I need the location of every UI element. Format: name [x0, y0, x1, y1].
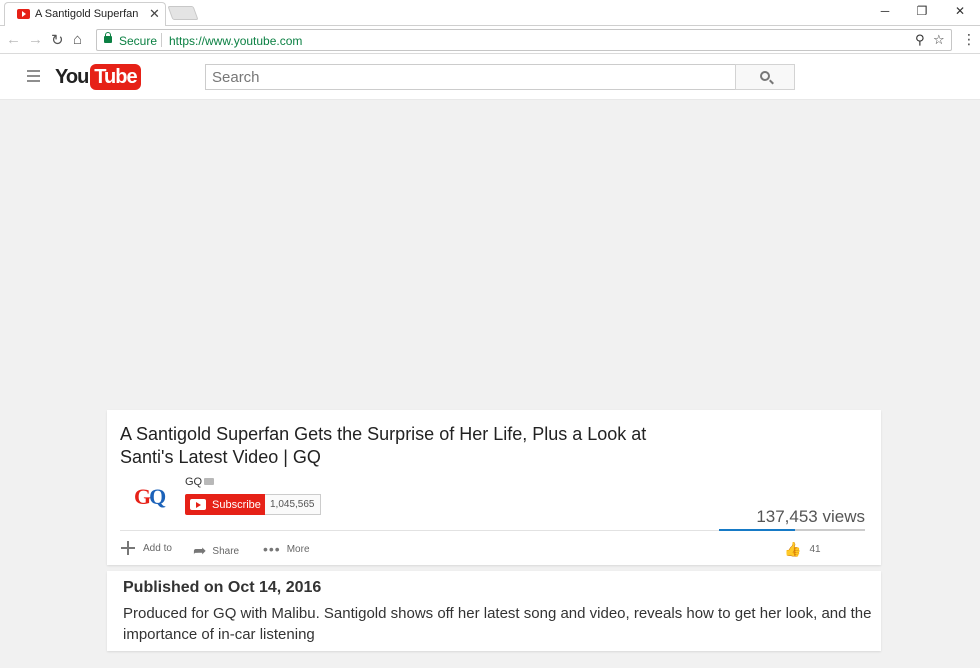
view-count: 137,453 views — [756, 507, 865, 526]
home-icon[interactable]: ⌂ — [73, 31, 82, 48]
forward-arrow-icon[interactable]: → — [28, 31, 43, 48]
youtube-play-icon — [190, 499, 206, 510]
video-info-card: A Santigold Superfan Gets the Surprise o… — [107, 410, 881, 565]
more-dots-icon: ••• — [263, 541, 281, 557]
like-button[interactable]: 👍 41 — [784, 541, 821, 558]
tab-title: A Santigold Superfan — [35, 8, 139, 20]
guide-menu-icon[interactable] — [27, 70, 40, 85]
video-description: Produced for GQ with Malibu. Santigold s… — [123, 605, 872, 643]
bookmark-star-icon[interactable]: ☆ — [933, 32, 945, 48]
channel-avatar[interactable]: GQ — [134, 484, 166, 510]
share-arrow-icon: ➦ — [193, 543, 207, 560]
thumbs-up-icon: 👍 — [784, 541, 802, 557]
browser-menu-icon[interactable]: ⋮ — [962, 31, 976, 48]
published-date: Published on Oct 14, 2016 — [123, 579, 322, 596]
search-button[interactable] — [735, 64, 795, 90]
sentiment-like-fill — [719, 529, 795, 531]
browser-tab[interactable]: A Santigold Superfan ✕ — [4, 2, 166, 26]
back-arrow-icon[interactable]: ← — [6, 31, 21, 48]
card-divider — [120, 530, 719, 531]
address-bar[interactable]: Secure https://www.youtube.com ⚲ ☆ — [96, 29, 952, 51]
url-text[interactable]: https://www.youtube.com — [169, 34, 302, 48]
subscriber-count: 1,045,565 — [265, 494, 321, 515]
more-label: More — [286, 543, 310, 555]
youtube-masthead: You Tube — [0, 54, 980, 100]
lock-icon — [104, 32, 112, 43]
youtube-logo[interactable]: You Tube — [55, 64, 141, 90]
share-button[interactable]: ➦ Share — [193, 541, 239, 561]
omnibox-separator — [161, 33, 162, 47]
subscribe-button[interactable]: Subscribe — [185, 494, 268, 515]
more-button[interactable]: ••• More — [263, 541, 310, 557]
close-window-button[interactable]: ✕ — [945, 4, 975, 18]
add-to-label: Add to — [143, 542, 172, 554]
video-title-line-1: A Santigold Superfan Gets the Surprise o… — [120, 424, 647, 444]
verified-icon — [204, 478, 214, 485]
description-card: Published on Oct 14, 2016 Produced for G… — [107, 571, 881, 651]
search-icon — [760, 71, 770, 81]
browser-tabstrip: A Santigold Superfan ✕ ─ ❐ ✕ — [0, 0, 980, 26]
share-label: Share — [212, 545, 240, 557]
browser-toolbar: ← → ↻ ⌂ Secure https://www.youtube.com ⚲… — [0, 26, 980, 54]
new-tab-button[interactable] — [167, 6, 199, 20]
logo-you-text: You — [55, 65, 89, 88]
tab-close-icon[interactable]: ✕ — [149, 6, 160, 22]
add-to-button[interactable]: Add to — [121, 541, 172, 555]
subscribe-label: Subscribe — [212, 498, 261, 511]
video-title-line-2: Santi's Latest Video | GQ — [120, 447, 321, 467]
minimize-button[interactable]: ─ — [870, 4, 900, 18]
sentiment-bar — [719, 529, 865, 531]
channel-name[interactable]: GQ — [185, 476, 202, 488]
restore-button[interactable]: ❐ — [907, 4, 937, 18]
zoom-icon[interactable]: ⚲ — [915, 32, 925, 48]
reload-icon[interactable]: ↻ — [51, 31, 64, 49]
video-title: A Santigold Superfan Gets the Surprise o… — [120, 423, 680, 469]
plus-icon — [121, 541, 135, 555]
youtube-favicon-icon — [17, 9, 30, 19]
search-input[interactable] — [205, 64, 736, 90]
logo-tube-text: Tube — [90, 64, 141, 90]
secure-label: Secure — [119, 34, 158, 48]
like-count: 41 — [809, 544, 821, 555]
